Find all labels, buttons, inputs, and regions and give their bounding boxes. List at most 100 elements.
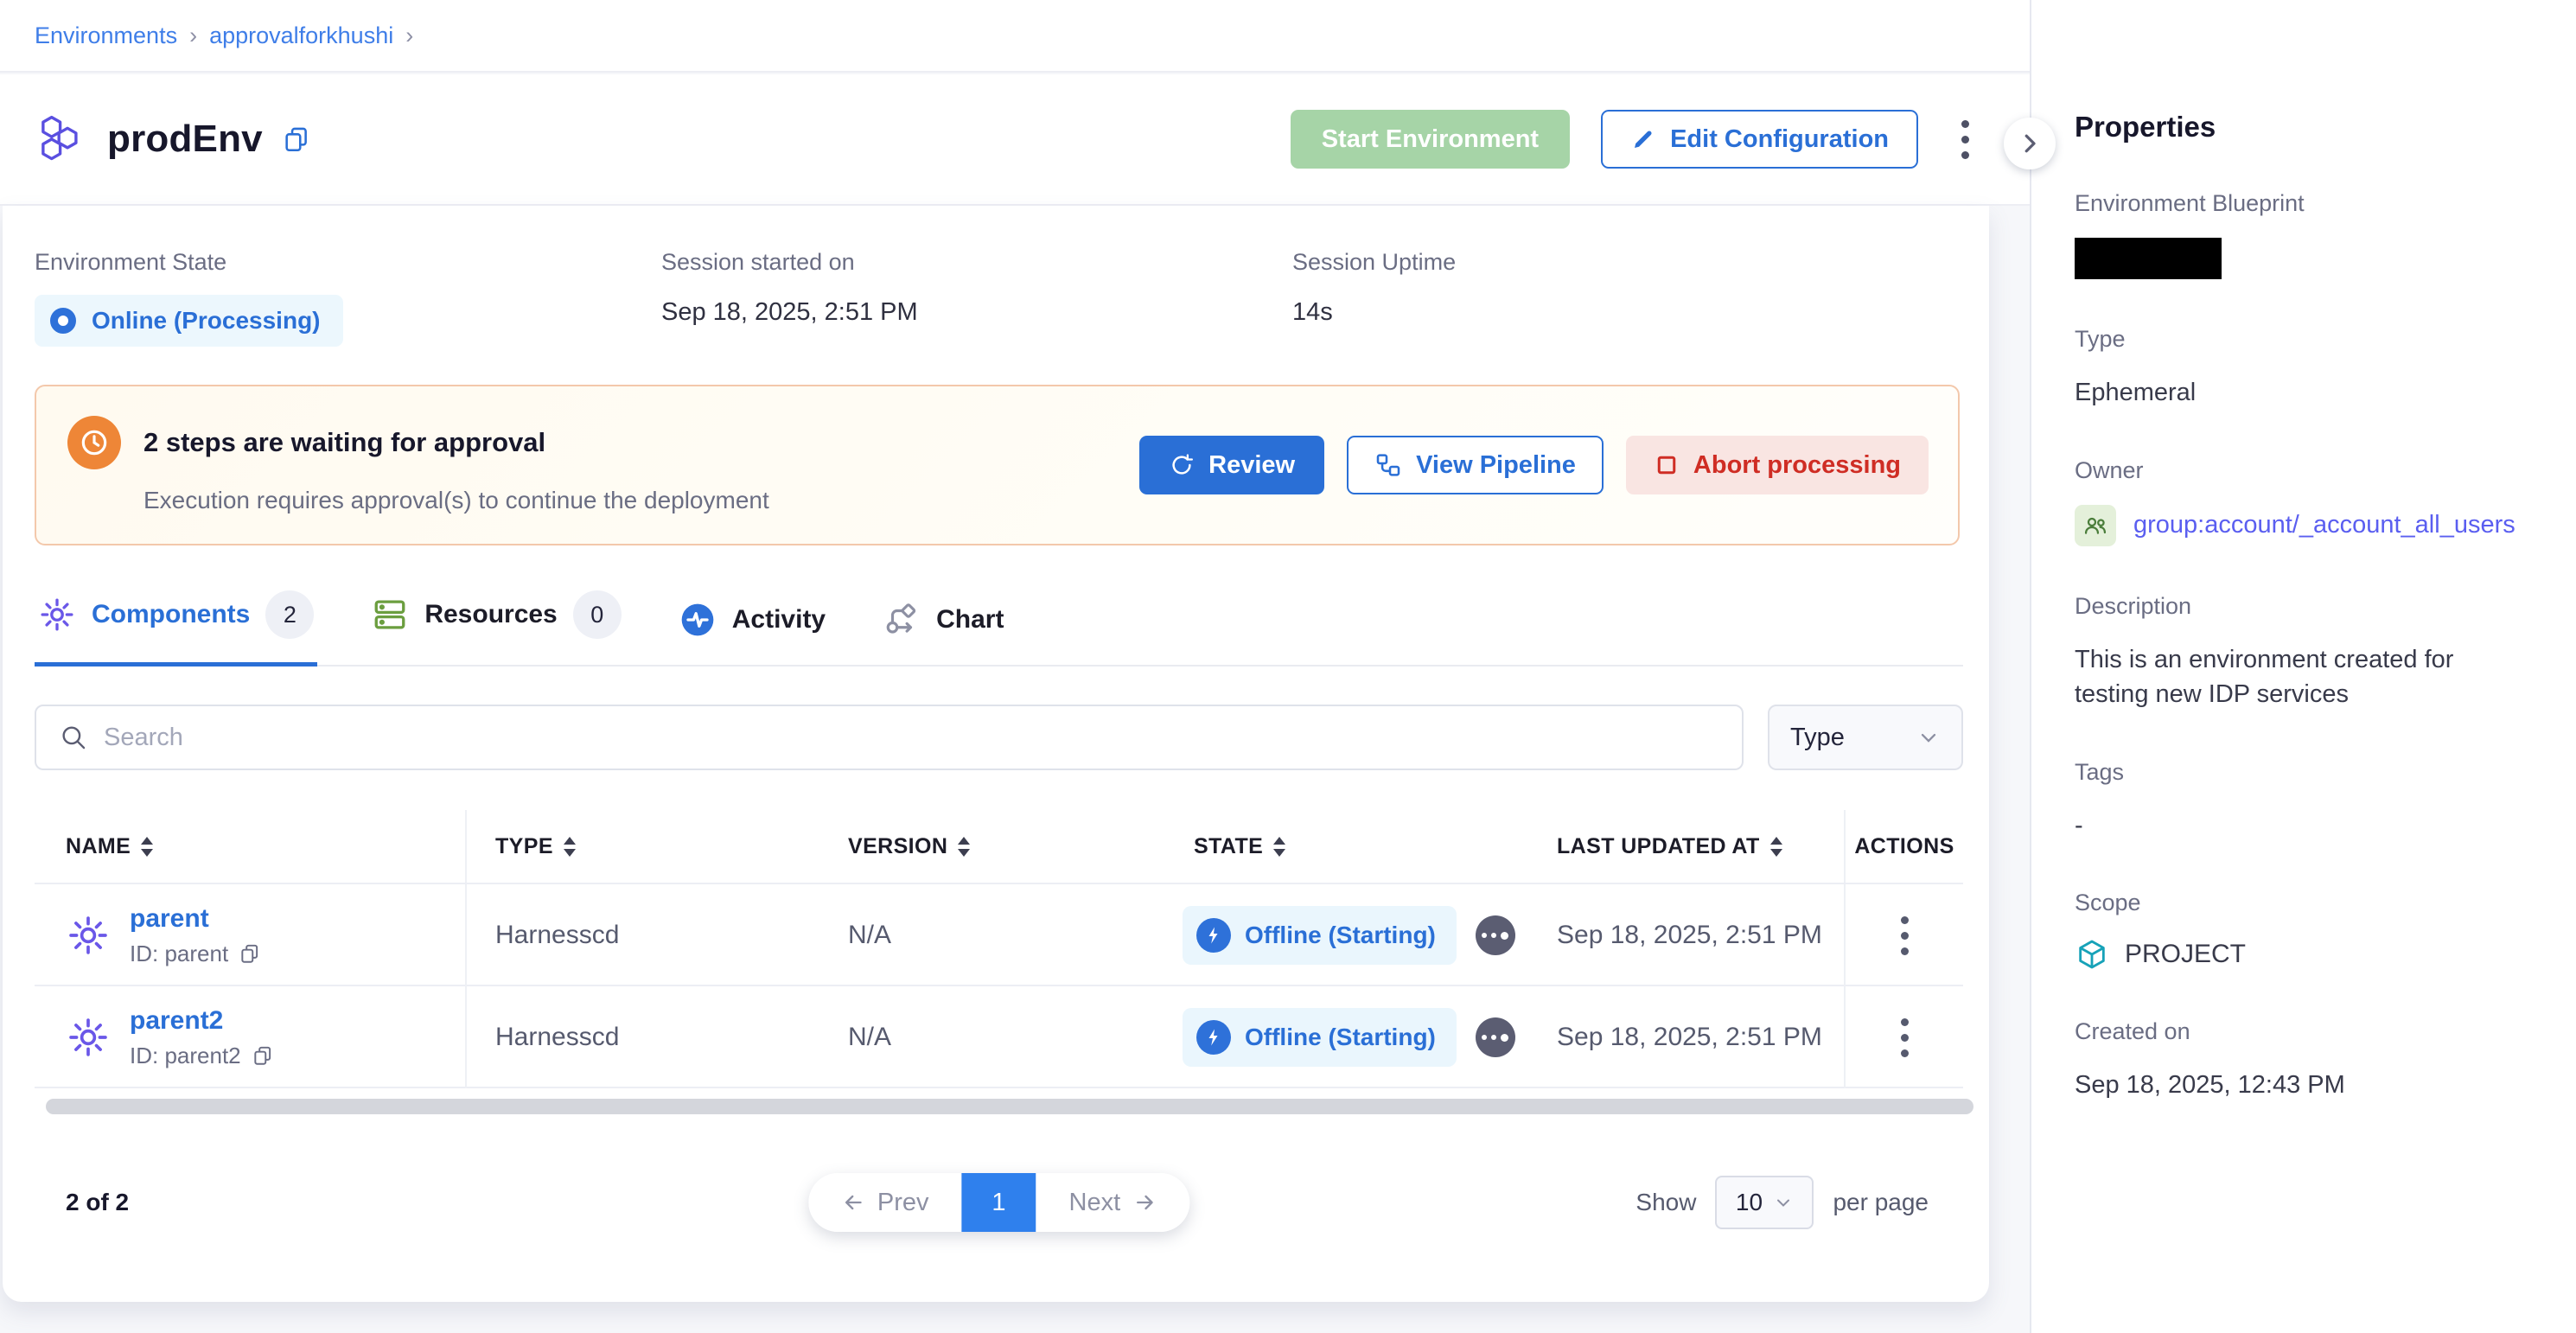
abort-processing-button[interactable]: Abort processing	[1626, 436, 1929, 494]
edit-configuration-button[interactable]: Edit Configuration	[1601, 110, 1918, 169]
pagination: 2 of 2 Prev 1 Next Show 10	[35, 1168, 1963, 1237]
table-header-row: NAME TYPE VERSION STATE LAST UPDATED AT …	[35, 810, 1963, 884]
component-type: Harnesscd	[467, 1023, 819, 1052]
tags-value: -	[2075, 808, 2541, 844]
component-last-updated: Sep 18, 2025, 2:51 PM	[1528, 921, 1844, 950]
row-actions-menu-icon[interactable]	[1889, 1010, 1921, 1066]
sort-icon	[564, 837, 576, 857]
search-box	[35, 705, 1744, 770]
breadcrumb-separator: ›	[405, 22, 413, 49]
copy-id-icon[interactable]	[239, 942, 261, 965]
header-more-menu-icon[interactable]	[1949, 112, 1981, 168]
cube-icon	[2075, 937, 2109, 972]
tab-bar: Components 2 Resources 0 A	[35, 590, 1963, 666]
start-environment-button[interactable]: Start Environment	[1291, 110, 1570, 169]
tab-resources[interactable]: Resources 0	[367, 590, 624, 665]
description-value: This is an environment created for testi…	[2075, 642, 2524, 712]
component-state-badge: Offline (Starting)	[1183, 1008, 1457, 1067]
component-id: ID: parent	[130, 941, 228, 967]
sort-icon	[141, 837, 153, 857]
pager: Prev 1 Next	[808, 1173, 1189, 1232]
column-header-type[interactable]: TYPE	[467, 810, 819, 883]
components-table: NAME TYPE VERSION STATE LAST UPDATED AT …	[35, 810, 1963, 1088]
pipeline-icon	[1374, 451, 1402, 479]
tab-chart[interactable]: Chart	[879, 601, 1007, 665]
loading-ellipsis-icon	[1476, 1017, 1515, 1057]
chevron-down-icon	[1916, 725, 1941, 749]
column-header-actions: ACTIONS	[1844, 810, 1963, 883]
component-id: ID: parent2	[130, 1043, 241, 1069]
chevron-right-icon	[2017, 131, 2043, 156]
properties-title: Properties	[2075, 111, 2541, 144]
lightning-icon	[1196, 918, 1231, 953]
column-header-version[interactable]: VERSION	[819, 810, 1165, 883]
component-type: Harnesscd	[467, 921, 819, 950]
gear-icon	[66, 1015, 111, 1060]
session-started-value: Sep 18, 2025, 2:51 PM	[661, 298, 1292, 327]
component-version: N/A	[819, 1023, 1165, 1052]
tab-chart-label: Chart	[936, 605, 1004, 635]
environment-hexagon-icon	[35, 112, 88, 166]
approval-banner-title: 2 steps are waiting for approval	[143, 427, 545, 458]
owner-group-link[interactable]: group:account/_account_all_users	[2133, 511, 2515, 539]
prev-page-button[interactable]: Prev	[808, 1173, 962, 1232]
scope-label: Scope	[2075, 890, 2541, 916]
per-page-label: per page	[1833, 1189, 1929, 1216]
copy-id-icon[interactable]	[252, 1044, 274, 1067]
group-avatar-icon	[2075, 505, 2116, 546]
session-uptime-label: Session Uptime	[1292, 249, 1456, 276]
sort-icon	[958, 837, 970, 857]
sort-icon	[1273, 837, 1285, 857]
gear-icon	[66, 913, 111, 958]
stop-square-icon	[1654, 452, 1680, 478]
tab-components[interactable]: Components 2	[35, 590, 317, 665]
refresh-cycle-icon	[1169, 452, 1195, 478]
review-button[interactable]: Review	[1139, 436, 1324, 494]
flow-chart-icon	[883, 601, 921, 639]
copy-title-icon[interactable]	[282, 124, 311, 154]
breadcrumb-link-approvalforkhushi[interactable]: approvalforkhushi	[209, 22, 393, 49]
description-label: Description	[2075, 593, 2541, 620]
search-input[interactable]	[104, 724, 1719, 752]
activity-pulse-icon	[679, 601, 717, 639]
column-header-state[interactable]: STATE	[1165, 810, 1528, 883]
tab-activity[interactable]: Activity	[675, 601, 829, 665]
owner-label: Owner	[2075, 457, 2541, 484]
pagination-summary: 2 of 2	[35, 1189, 129, 1216]
show-label: Show	[1636, 1189, 1696, 1216]
blueprint-value-redacted	[2075, 238, 2222, 279]
tab-activity-label: Activity	[732, 605, 826, 635]
components-count-badge: 2	[265, 590, 314, 639]
approval-banner: 2 steps are waiting for approval Executi…	[35, 385, 1960, 545]
next-page-button[interactable]: Next	[1036, 1173, 1190, 1232]
horizontal-scrollbar[interactable]	[46, 1099, 1973, 1114]
clock-icon	[67, 416, 121, 469]
column-header-last-updated[interactable]: LAST UPDATED AT	[1528, 810, 1844, 883]
status-row: Environment State Online (Processing) Se…	[35, 206, 1963, 347]
page-number-1[interactable]: 1	[962, 1173, 1036, 1232]
gear-icon	[38, 596, 76, 634]
component-name-link[interactable]: parent	[130, 904, 261, 934]
column-header-name[interactable]: NAME	[35, 810, 467, 883]
properties-panel: Properties Environment Blueprint Type Ep…	[2030, 0, 2576, 1333]
created-on-value: Sep 18, 2025, 12:43 PM	[2075, 1068, 2541, 1103]
row-actions-menu-icon[interactable]	[1889, 908, 1921, 964]
resources-count-badge: 0	[573, 590, 622, 639]
table-row: parent2 ID: parent2 Harnesscd N/A	[35, 986, 1963, 1088]
chevron-down-icon	[1773, 1192, 1794, 1213]
breadcrumb-link-environments[interactable]: Environments	[35, 22, 177, 49]
created-on-label: Created on	[2075, 1018, 2541, 1045]
type-filter-dropdown[interactable]: Type	[1768, 705, 1963, 770]
component-state-badge: Offline (Starting)	[1183, 906, 1457, 965]
page-title: prodEnv	[107, 118, 263, 161]
arrow-left-icon	[841, 1190, 865, 1215]
arrow-right-icon	[1132, 1190, 1157, 1215]
component-name-link[interactable]: parent2	[130, 1006, 274, 1036]
tags-label: Tags	[2075, 759, 2541, 786]
collapse-panel-button[interactable]	[2004, 118, 2056, 169]
page-size-dropdown[interactable]: 10	[1715, 1176, 1814, 1229]
view-pipeline-button[interactable]: View Pipeline	[1347, 436, 1604, 494]
table-row: parent ID: parent Harnesscd N/A	[35, 884, 1963, 986]
sort-icon	[1770, 837, 1782, 857]
component-version: N/A	[819, 921, 1165, 950]
